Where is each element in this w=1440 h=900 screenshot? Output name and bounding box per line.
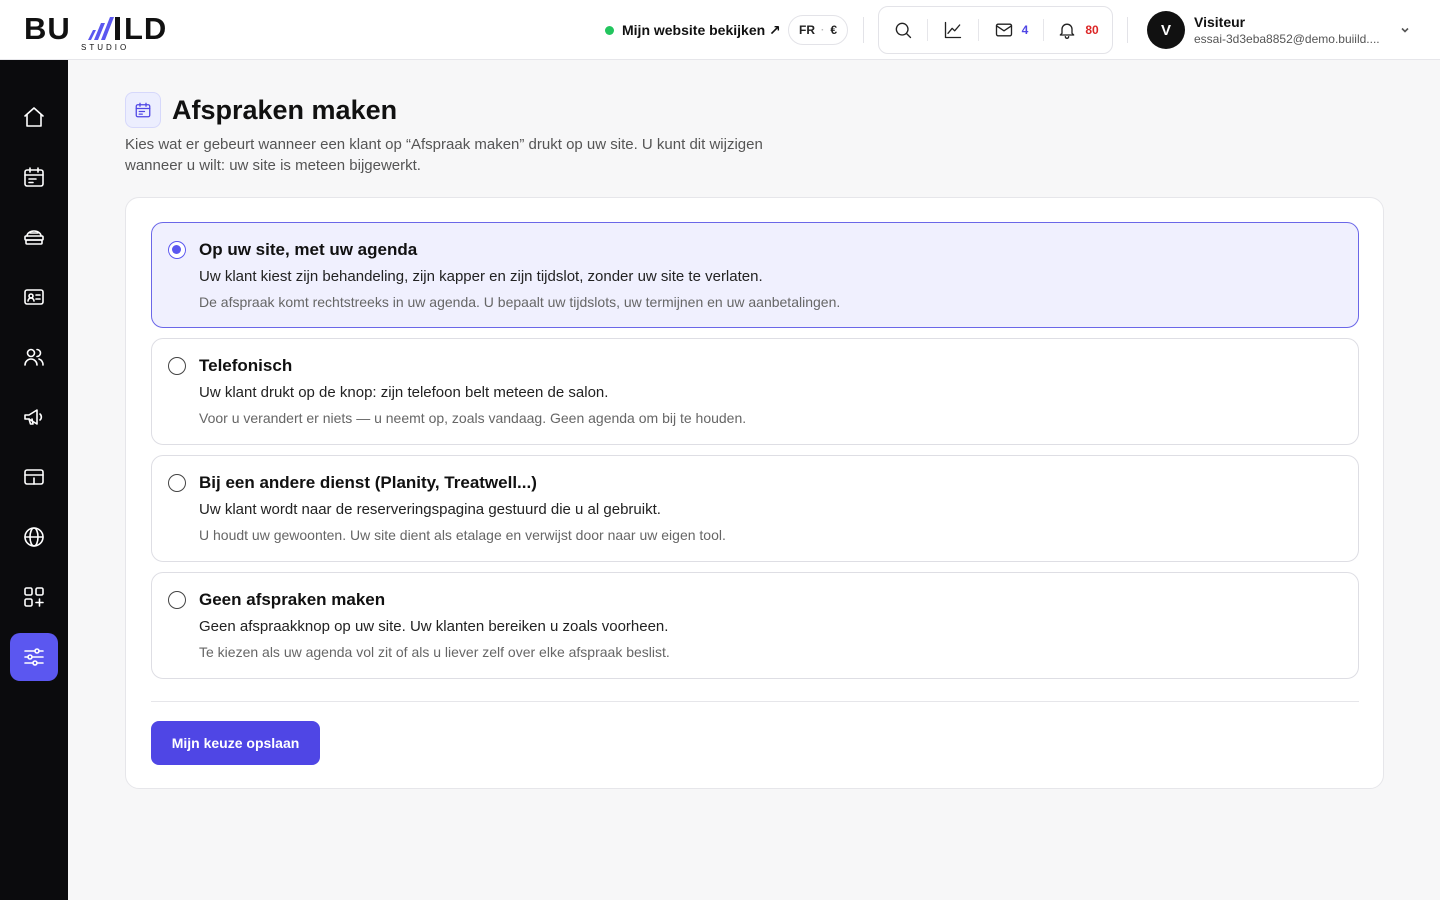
radio-button[interactable] [168,241,186,259]
mail-count-badge: 4 [1021,23,1029,37]
search-button[interactable] [879,7,927,53]
language-currency-selector[interactable]: FR · € [788,15,849,45]
booking-options-card: Op uw site, met uw agenda Uw klant kiest… [125,197,1384,789]
calendar-icon [24,167,44,187]
user-info: Visiteur essai-3d3eba8852@demo.buiild...… [1194,14,1380,47]
svg-text:LD: LD [124,11,167,46]
messages-button[interactable]: 4 [979,7,1043,53]
user-name: Visiteur [1194,13,1246,30]
option-no-booking[interactable]: Geen afspraken maken Geen afspraakknop o… [151,572,1359,679]
separator-dot: · [821,24,825,36]
page-title: Afspraken maken [172,95,398,125]
sidebar-item-marketing[interactable] [10,393,58,441]
svg-text:BU: BU [24,11,71,46]
sidebar-item-calendar[interactable] [10,153,58,201]
top-header: BU LD STUDIO Mijn website bekijken ↗ FR … [0,0,1440,60]
option-description: Uw klant wordt naar de reserveringspagin… [199,501,661,518]
option-phone[interactable]: Telefonisch Uw klant drukt op de knop: z… [151,338,1359,445]
radio-button[interactable] [168,474,186,492]
header-toolbar: 4 80 [878,6,1113,54]
online-status-dot [605,25,614,35]
option-own-agenda[interactable]: Op uw site, met uw agenda Uw klant kiest… [151,222,1359,328]
page-title-icon [125,92,161,128]
view-website-label: Mijn website bekijken ↗ [622,21,781,38]
calendar-icon [135,102,151,118]
currency-label: € [830,23,838,37]
page-description: Kies wat er gebeurt wanneer een klant op… [125,136,763,174]
option-title: Geen afspraken maken [199,590,386,609]
users-icon [24,348,44,366]
sidebar-item-apps[interactable] [10,573,58,621]
sidebar-item-settings[interactable] [10,633,58,681]
sidebar-item-home[interactable] [10,93,58,141]
option-description: Uw klant kiest zijn behandeling, zijn ka… [199,268,763,285]
megaphone-icon [24,409,43,425]
option-title: Op uw site, met uw agenda [199,240,418,259]
chevron-down-icon [1401,27,1409,33]
bell-icon [1059,23,1075,39]
language-label: FR [799,23,815,37]
save-choice-button[interactable]: Mijn keuze opslaan [151,721,320,765]
mail-icon [995,23,1012,37]
option-title: Telefonisch [199,356,293,375]
settings-sliders-icon [24,648,44,666]
globe-icon [24,527,44,547]
payment-icon [24,469,44,485]
option-detail: U houdt uw gewoonten. Uw site dient als … [199,527,726,543]
option-detail: De afspraak komt rechtstreeks in uw agen… [199,294,841,310]
option-description: Geen afspraakknop op uw site. Uw klanten… [199,618,669,635]
option-detail: Voor u verandert er niets — u neemt op, … [199,410,747,426]
option-description: Uw klant drukt op de knop: zijn telefoon… [199,384,609,401]
sidebar-item-contacts[interactable] [10,273,58,321]
option-title: Bij een andere dienst (Planity, Treatwel… [199,473,537,492]
header-divider [863,17,864,43]
search-icon [895,22,912,39]
svg-text:STUDIO: STUDIO [81,43,129,52]
brand-logo[interactable]: BU LD STUDIO [24,8,184,52]
apps-icon [24,587,44,607]
option-detail: Te kiezen als uw agenda vol zit of als u… [199,644,670,660]
option-external-service[interactable]: Bij een andere dienst (Planity, Treatwel… [151,455,1359,562]
radio-button[interactable] [168,357,186,375]
user-email: essai-3d3eba8852@demo.buiild.... [1194,31,1380,46]
stats-button[interactable] [928,7,978,53]
chart-line-icon [944,21,962,39]
contact-card-icon [24,289,44,305]
card-divider [151,701,1359,702]
notifications-button[interactable]: 80 [1044,7,1112,53]
sidebar-item-clients[interactable] [10,333,58,381]
avatar: V [1147,11,1185,49]
sidebar [0,60,68,900]
sidebar-item-services[interactable] [10,213,58,261]
user-menu[interactable]: V Visiteur essai-3d3eba8852@demo.buiild.… [1147,11,1417,49]
services-icon [24,230,44,245]
radio-button[interactable] [168,591,186,609]
header-divider [1127,17,1128,43]
sidebar-item-payments[interactable] [10,453,58,501]
sidebar-item-website[interactable] [10,513,58,561]
home-icon [24,107,44,127]
notification-count-badge: 80 [1085,23,1099,37]
view-website-link[interactable]: Mijn website bekijken ↗ [605,20,781,40]
